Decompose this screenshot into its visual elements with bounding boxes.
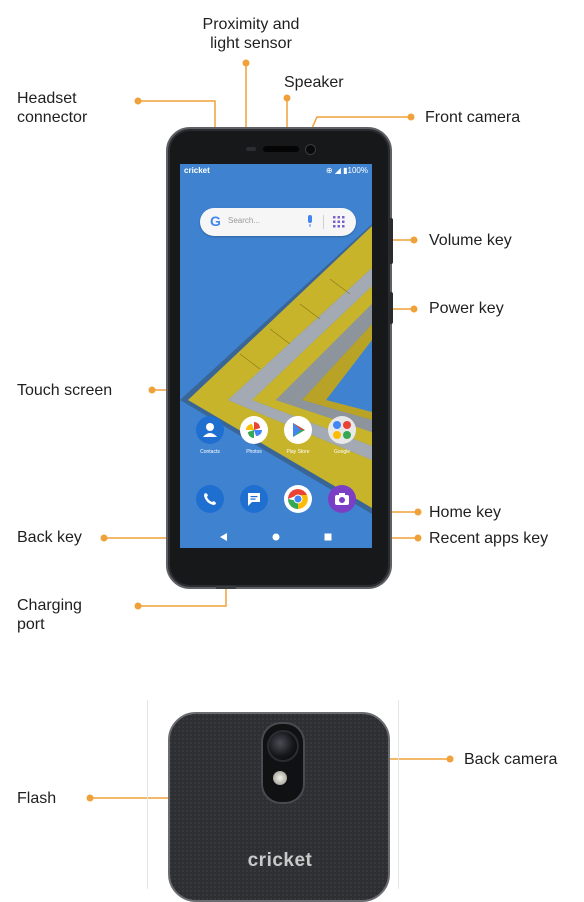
label-flash: Flash (17, 790, 57, 807)
search-separator (323, 215, 324, 229)
callout-home-dot (414, 508, 422, 516)
callout-proximity-dot (242, 59, 250, 67)
navigation-bar (180, 526, 372, 548)
home-circle-icon (272, 533, 280, 541)
contacts-app-icon[interactable] (196, 416, 224, 444)
charging-port (216, 586, 236, 589)
back-camera (267, 730, 299, 762)
label-back-camera: Back camera (464, 751, 558, 768)
callout-headset-line (138, 100, 216, 128)
label-back-key: Back key (17, 529, 82, 546)
contacts-app-label: Contacts (200, 449, 220, 455)
photos-app-icon[interactable] (240, 416, 268, 444)
label-charging-line1: Charging (17, 597, 82, 614)
label-speaker: Speaker (284, 74, 344, 91)
label-recent-apps-key: Recent apps key (429, 530, 549, 547)
photos-app-label: Photos (246, 449, 262, 455)
back-brand-logo: cricket (247, 850, 313, 871)
callout-touch-dot (148, 386, 156, 394)
callout-back-dot (100, 534, 108, 542)
play-store-app-icon[interactable] (284, 416, 312, 444)
label-proximity-sensor: Proximity and light sensor (186, 15, 316, 53)
google-search-bar[interactable]: G Search... (200, 208, 356, 236)
front-camera (305, 144, 316, 155)
callout-power-dot (410, 305, 418, 313)
back-triangle-icon (220, 533, 227, 541)
label-front-camera: Front camera (425, 109, 521, 126)
messages-app-icon[interactable] (240, 485, 268, 513)
apps-grid-icon[interactable] (333, 216, 345, 228)
chrome-app-icon[interactable] (284, 485, 312, 513)
play-store-app-label: Play Store (286, 449, 310, 455)
callout-front-camera-dot (407, 113, 415, 121)
label-charging-line2: port (17, 616, 45, 633)
home-key[interactable] (268, 529, 284, 545)
callout-headset-dot (134, 97, 142, 105)
phone-app-icon[interactable] (196, 485, 224, 513)
label-proximity-line1: Proximity and (202, 16, 300, 33)
callout-speaker-dot (283, 94, 291, 102)
carrier-name: cricket (184, 166, 210, 175)
label-power-key: Power key (429, 300, 504, 317)
mic-icon[interactable] (306, 214, 314, 228)
volume-key (389, 218, 393, 264)
callout-flash-dot (86, 794, 94, 802)
label-headset-connector: Headset connector (17, 89, 87, 127)
status-bar: cricket ⊕ ◢ ▮100% (180, 164, 372, 178)
label-charging-port: Charging port (17, 596, 82, 634)
callout-recent-dot (414, 534, 422, 542)
power-key (389, 292, 393, 324)
touch-screen[interactable]: cricket ⊕ ◢ ▮100% G Search... Contacts P… (180, 164, 372, 548)
label-touch-screen: Touch screen (17, 382, 113, 399)
flash (273, 771, 287, 785)
proximity-sensor (246, 147, 256, 151)
label-volume-key: Volume key (429, 232, 512, 249)
callout-back-camera-dot (446, 755, 454, 763)
google-g-icon: G (210, 213, 221, 229)
google-folder-icon[interactable] (328, 416, 356, 444)
google-folder-label: Google (333, 449, 351, 455)
label-home-key: Home key (429, 504, 502, 521)
status-icons: ⊕ ◢ ▮100% (325, 166, 368, 175)
speaker-grille (263, 146, 299, 152)
label-proximity-line2: light sensor (210, 35, 292, 52)
recent-square-icon (324, 533, 332, 541)
search-placeholder: Search... (228, 216, 261, 225)
label-headset-line2: connector (17, 109, 88, 126)
callout-charging-dot (134, 602, 142, 610)
camera-app-icon[interactable] (328, 485, 356, 513)
label-headset-line1: Headset (17, 90, 77, 107)
recent-apps-key[interactable] (320, 529, 336, 545)
callout-charging-line (138, 589, 227, 607)
callout-volume-dot (410, 236, 418, 244)
back-key[interactable] (216, 529, 232, 545)
